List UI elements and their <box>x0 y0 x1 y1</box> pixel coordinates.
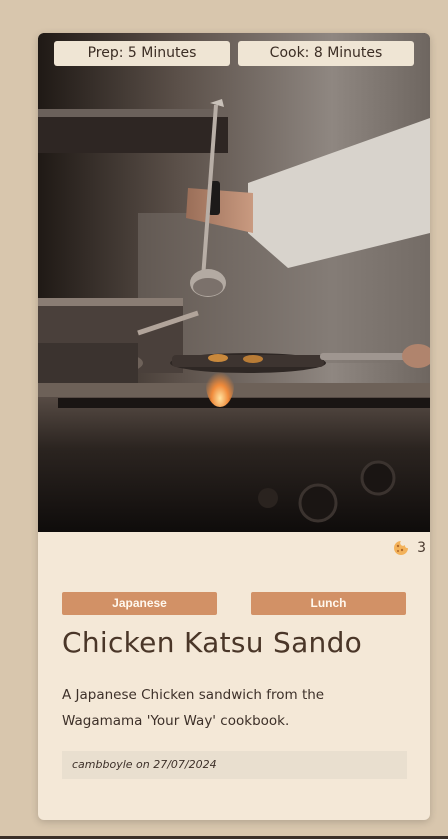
recipe-title[interactable]: Chicken Katsu Sando <box>62 626 362 659</box>
reaction-count: 3 <box>417 540 426 556</box>
recipe-hero-image[interactable]: Prep: 5 Minutes Cook: 8 Minutes <box>38 33 430 532</box>
cookie-icon[interactable] <box>393 540 409 556</box>
prep-time-badge: Prep: 5 Minutes <box>54 41 230 66</box>
tag-japanese[interactable]: Japanese <box>62 592 217 615</box>
author-date-line: cambboyle on 27/07/2024 <box>62 751 407 779</box>
tag-list: Japanese Lunch <box>62 592 407 615</box>
tag-lunch[interactable]: Lunch <box>251 592 406 615</box>
page: Prep: 5 Minutes Cook: 8 Minutes 3 Japane… <box>0 0 448 839</box>
recipe-description: A Japanese Chicken sandwich from the Wag… <box>62 687 325 729</box>
cook-time-badge: Cook: 8 Minutes <box>238 41 414 66</box>
reaction-counter[interactable]: 3 <box>393 540 426 556</box>
recipe-card[interactable]: Prep: 5 Minutes Cook: 8 Minutes 3 Japane… <box>38 33 430 820</box>
kitchen-photo <box>38 33 430 532</box>
